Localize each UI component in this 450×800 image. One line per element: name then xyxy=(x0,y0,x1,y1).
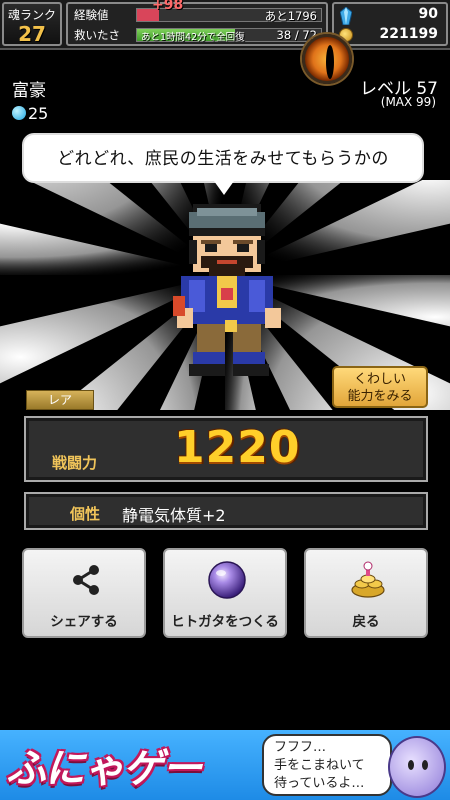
sprite-pixel xyxy=(233,364,269,376)
sprite-pixel xyxy=(265,308,281,328)
ad-line-1: フフフ… xyxy=(274,740,327,755)
view-details-button[interactable]: くわしい 能力をみる xyxy=(332,366,428,408)
soul-rank-value: 27 xyxy=(18,22,46,46)
exp-label: 経験値 xyxy=(74,8,109,22)
sprite-pixel xyxy=(201,240,221,244)
purple-orb-icon xyxy=(208,561,246,599)
heal-bar: あと1時間42分で全回復 38 / 72 xyxy=(136,28,322,43)
back-label: 戻る xyxy=(352,614,380,630)
crystal-icon xyxy=(340,7,352,25)
heal-time: あと1時間42分で全回復 xyxy=(141,32,245,43)
exp-row: 経験値 あと1796 +98 xyxy=(74,0,324,24)
view-details-line1: くわしい xyxy=(353,372,406,387)
soul-rank-panel: 魂ランク 27 xyxy=(2,2,62,46)
sprite-pixel xyxy=(189,364,225,376)
exp-gain: +98 xyxy=(152,0,184,13)
ad-line-3: 待っているよ… xyxy=(274,776,365,791)
sprite-pixel xyxy=(221,288,233,300)
share-button[interactable]: シェアする xyxy=(22,548,146,638)
sprite-pixel xyxy=(237,244,249,252)
heal-label: 救いたさ xyxy=(74,28,120,42)
speech-bubble-tail xyxy=(214,181,234,195)
power-panel: 戦闘力 1220 xyxy=(24,416,428,482)
share-icon xyxy=(73,565,99,595)
ad-mascot-eye-right xyxy=(422,760,428,770)
crystal-value: 90 xyxy=(418,6,438,22)
share-label: シェアする xyxy=(50,614,118,630)
trait-value: 静電気体質+2 xyxy=(122,506,226,525)
sprite-pixel xyxy=(233,240,253,244)
trait-label: 個性 xyxy=(70,505,101,523)
create-hitogata-label: ヒトガタをつくる xyxy=(171,614,279,630)
ad-logo: ふにゃゲー xyxy=(6,746,202,792)
ad-mascot-icon xyxy=(388,736,446,798)
character-job: 富豪 xyxy=(12,81,46,101)
gold-pile-icon xyxy=(351,561,385,598)
sprite-pixel xyxy=(217,260,237,264)
sprite-pixel xyxy=(257,240,265,264)
gem-count: 25 xyxy=(12,104,48,123)
coin-value: 221199 xyxy=(379,26,438,42)
sprite-pixel xyxy=(189,228,265,236)
eye-emblem-icon[interactable] xyxy=(302,34,352,84)
power-label: 戦闘力 xyxy=(52,454,98,472)
ad-banner[interactable]: ふにゃゲー フフフ… 手をこまねいて 待っているよ… xyxy=(0,730,450,800)
sprite-pixel xyxy=(205,244,217,252)
speech-bubble: どれどれ、庶民の生活をみせてもらうかの xyxy=(22,133,424,183)
exp-remaining: あと1796 xyxy=(264,9,317,23)
sprite-pixel xyxy=(197,324,225,352)
trait-panel: 個性 静電気体質+2 xyxy=(24,492,428,530)
back-button[interactable]: 戻る xyxy=(304,548,428,638)
sprite-pixel xyxy=(225,320,237,332)
ad-mascot-eye-left xyxy=(408,760,414,770)
power-value: 1220 xyxy=(174,422,301,473)
blue-orb-icon xyxy=(12,106,26,120)
sprite-pixel xyxy=(197,208,257,216)
character-sprite[interactable] xyxy=(165,200,289,380)
ad-speech-bubble: フフフ… 手をこまねいて 待っているよ… xyxy=(262,734,392,796)
sprite-pixel xyxy=(173,296,185,316)
eye-pupil xyxy=(326,45,334,79)
heal-row: 救いたさ あと1時間42分で全回復 38 / 72 xyxy=(74,26,324,44)
create-hitogata-button[interactable]: ヒトガタをつくる xyxy=(163,548,287,638)
top-hud: 魂ランク 27 経験値 あと1796 +98 救いたさ あと1時間42分で全回復… xyxy=(0,0,450,50)
currency-panel[interactable]: 90 221199 xyxy=(332,2,448,46)
view-details-line2: 能力をみる xyxy=(347,389,413,404)
status-panel: 経験値 あと1796 +98 救いたさ あと1時間42分で全回復 38 / 72 xyxy=(66,0,328,46)
soul-rank-label: 魂ランク xyxy=(7,8,56,22)
gem-count-value: 25 xyxy=(28,104,49,123)
sprite-pixel xyxy=(209,268,245,276)
sprite-pixel xyxy=(189,240,197,264)
sprite-pixel xyxy=(233,324,261,352)
sprite-pixel xyxy=(189,280,205,312)
level-max: (MAX 99) xyxy=(380,95,436,109)
sprite-pixel xyxy=(249,280,265,312)
ad-line-2: 手をこまねいて xyxy=(274,758,365,773)
rarity-badge: レア xyxy=(26,390,94,410)
